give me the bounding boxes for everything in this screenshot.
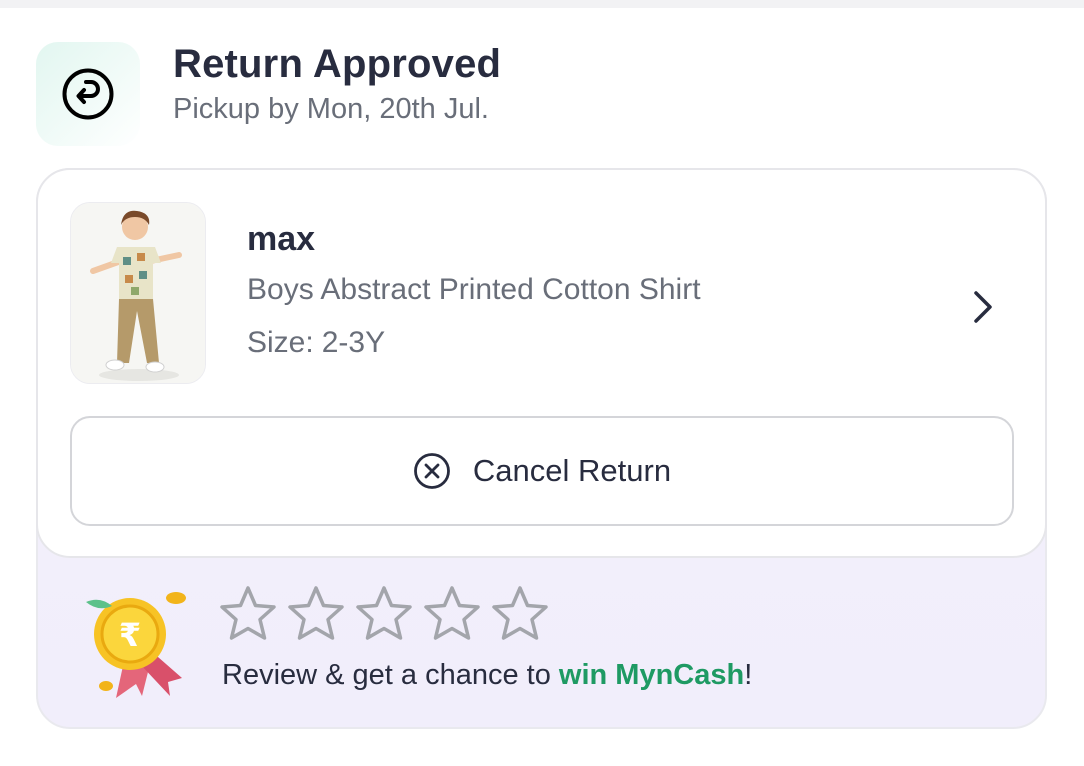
star-4-icon[interactable] [422,584,482,646]
product-name: Boys Abstract Printed Cotton Shirt [247,273,701,306]
product-image[interactable] [70,202,206,384]
star-2-icon[interactable] [286,584,346,646]
product-brand: max [247,220,316,258]
cancel-return-button[interactable]: Cancel Return [70,416,1014,526]
myncash-highlight: win MynCash [558,659,745,691]
rating-stars[interactable] [218,584,550,648]
top-divider [0,0,1084,8]
close-circle-icon [413,452,451,490]
review-prompt-text: Review & get a chance to [222,659,559,691]
product-photo-illustration [71,203,205,383]
cancel-return-label: Cancel Return [472,453,672,488]
star-3-icon[interactable] [354,584,414,646]
status-icon-badge [36,42,140,146]
review-prompt-end: ! [744,659,753,691]
star-5-icon[interactable] [490,584,550,646]
star-1-icon[interactable] [218,584,278,646]
size-value: 2-3Y [321,326,386,359]
size-label: Size: [247,326,314,359]
review-prompt: Review & get a chance to win MynCash! [222,659,752,692]
chevron-right-icon[interactable] [966,288,1000,326]
svg-text:₹: ₹ [119,616,141,654]
return-arrow-icon [62,68,114,120]
myncash-medal-icon: ₹ [80,586,200,706]
return-status-title: Return Approved [173,42,502,86]
product-size: Size: 2-3Y [247,326,385,360]
pickup-date: Pickup by Mon, 20th Jul. [173,93,489,125]
